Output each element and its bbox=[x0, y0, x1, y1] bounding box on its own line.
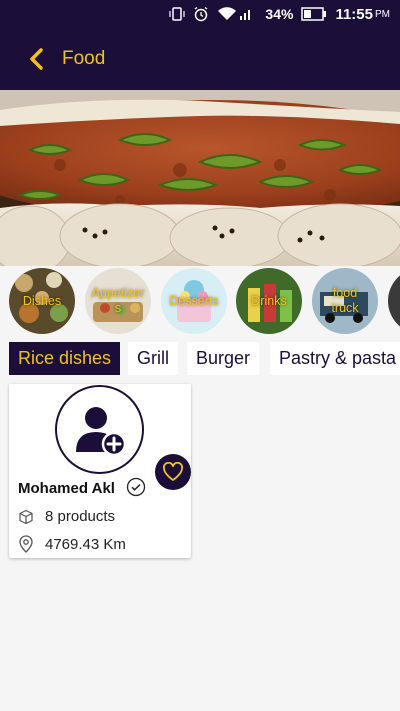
products-count: 8 products bbox=[45, 508, 116, 525]
category-drinks[interactable]: Drinks bbox=[236, 268, 302, 334]
category-more[interactable] bbox=[388, 268, 400, 334]
category-label: Drinks bbox=[251, 293, 287, 308]
location-pin-icon bbox=[17, 535, 35, 553]
distance-value: 4769.43 Km bbox=[45, 535, 126, 553]
tab-grill[interactable]: Grill bbox=[128, 342, 178, 375]
category-list: Dishes Appetizers Desserts Drinks food t… bbox=[0, 266, 400, 336]
app-bar: Food bbox=[0, 28, 400, 90]
banner-image bbox=[0, 90, 400, 266]
avatar bbox=[55, 385, 144, 474]
vendor-card[interactable]: Mohamed Akl 8 products 4769.43 Km bbox=[9, 384, 191, 558]
clock-ampm: PM bbox=[375, 8, 390, 20]
signal-icon bbox=[239, 7, 253, 21]
tab-rice-dishes[interactable]: Rice dishes bbox=[9, 342, 121, 375]
distance-row: 4769.43 Km bbox=[17, 535, 126, 553]
category-label: food truck bbox=[331, 286, 359, 315]
tab-pastry-pasta[interactable]: Pastry & pasta bbox=[270, 342, 400, 375]
category-label: Appetizers bbox=[91, 286, 145, 315]
vendor-name: Mohamed Akl bbox=[18, 480, 115, 497]
chevron-left-icon bbox=[30, 48, 43, 70]
category-label: Desserts bbox=[169, 293, 219, 308]
favorite-button[interactable] bbox=[155, 454, 191, 490]
page-title: Food bbox=[62, 48, 106, 69]
category-desserts[interactable]: Desserts bbox=[161, 268, 227, 334]
wifi-icon bbox=[217, 6, 237, 22]
alarm-icon bbox=[193, 6, 209, 22]
tab-burger[interactable]: Burger bbox=[187, 342, 260, 375]
battery-icon bbox=[301, 7, 327, 21]
subcategory-tabs: Rice dishes Grill Burger Pastry & pasta bbox=[0, 340, 400, 378]
verified-check-icon bbox=[126, 477, 146, 502]
category-label: Dishes bbox=[22, 293, 62, 308]
vibrate-icon bbox=[169, 6, 186, 22]
category-dishes[interactable]: Dishes bbox=[9, 268, 75, 334]
clock: 11:55 bbox=[335, 5, 373, 23]
category-food-truck[interactable]: food truck bbox=[312, 268, 378, 334]
products-row: 8 products bbox=[17, 508, 115, 525]
battery-percent: 34% bbox=[265, 6, 294, 22]
category-appetizers[interactable]: Appetizers bbox=[85, 268, 151, 334]
user-add-icon bbox=[75, 406, 126, 456]
box-icon bbox=[17, 509, 35, 525]
heart-icon bbox=[162, 462, 184, 481]
status-bar: 34% 11:55 PM bbox=[0, 0, 400, 28]
back-button[interactable] bbox=[12, 35, 60, 83]
